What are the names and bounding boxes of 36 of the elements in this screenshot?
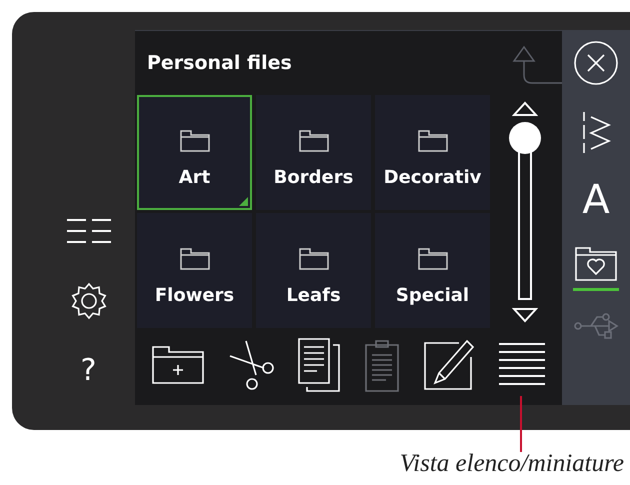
list-view-icon[interactable] — [66, 216, 112, 246]
heart-folder-icon[interactable] — [574, 246, 618, 282]
folder-label: Borders — [274, 167, 354, 188]
folder-icon — [298, 129, 330, 153]
folder-tile[interactable]: Art — [137, 95, 252, 210]
list-lines-icon[interactable] — [498, 342, 546, 388]
folder-label: Decorativ — [384, 167, 482, 188]
copy-icon[interactable] — [296, 337, 341, 393]
folder-label: Art — [178, 167, 210, 188]
folder-tile[interactable]: Special — [375, 213, 490, 328]
font-button[interactable]: A — [582, 180, 610, 220]
folder-icon — [416, 247, 448, 271]
folder-tile[interactable]: Decorativ — [375, 95, 490, 210]
scissors-icon[interactable] — [228, 340, 274, 390]
folder-icon — [178, 247, 210, 271]
caption: Vista elenco/miniature — [400, 450, 624, 478]
pencil-icon[interactable] — [423, 339, 476, 391]
folder-icon — [298, 247, 330, 271]
up-arrow-icon[interactable] — [510, 45, 562, 85]
zigzag-stitch-icon[interactable] — [581, 111, 611, 155]
panel-title: Personal files — [147, 52, 292, 74]
folder-icon — [178, 129, 210, 153]
folder-label: Flowers — [154, 285, 234, 306]
folder-tile[interactable]: Borders — [256, 95, 371, 210]
close-icon[interactable] — [573, 40, 619, 86]
new-folder-icon[interactable] — [150, 345, 205, 385]
scroll-down-icon[interactable] — [512, 307, 538, 323]
help-button[interactable]: ? — [80, 356, 96, 386]
folder-tile[interactable]: Leafs — [256, 213, 371, 328]
folder-tile[interactable]: Flowers — [137, 213, 252, 328]
scroll-up-icon[interactable] — [512, 101, 538, 117]
folder-label: Special — [396, 285, 470, 306]
folder-icon — [416, 129, 448, 153]
leader-line — [520, 396, 522, 452]
scroll-bar[interactable] — [508, 121, 542, 303]
folder-label: Leafs — [286, 285, 341, 306]
